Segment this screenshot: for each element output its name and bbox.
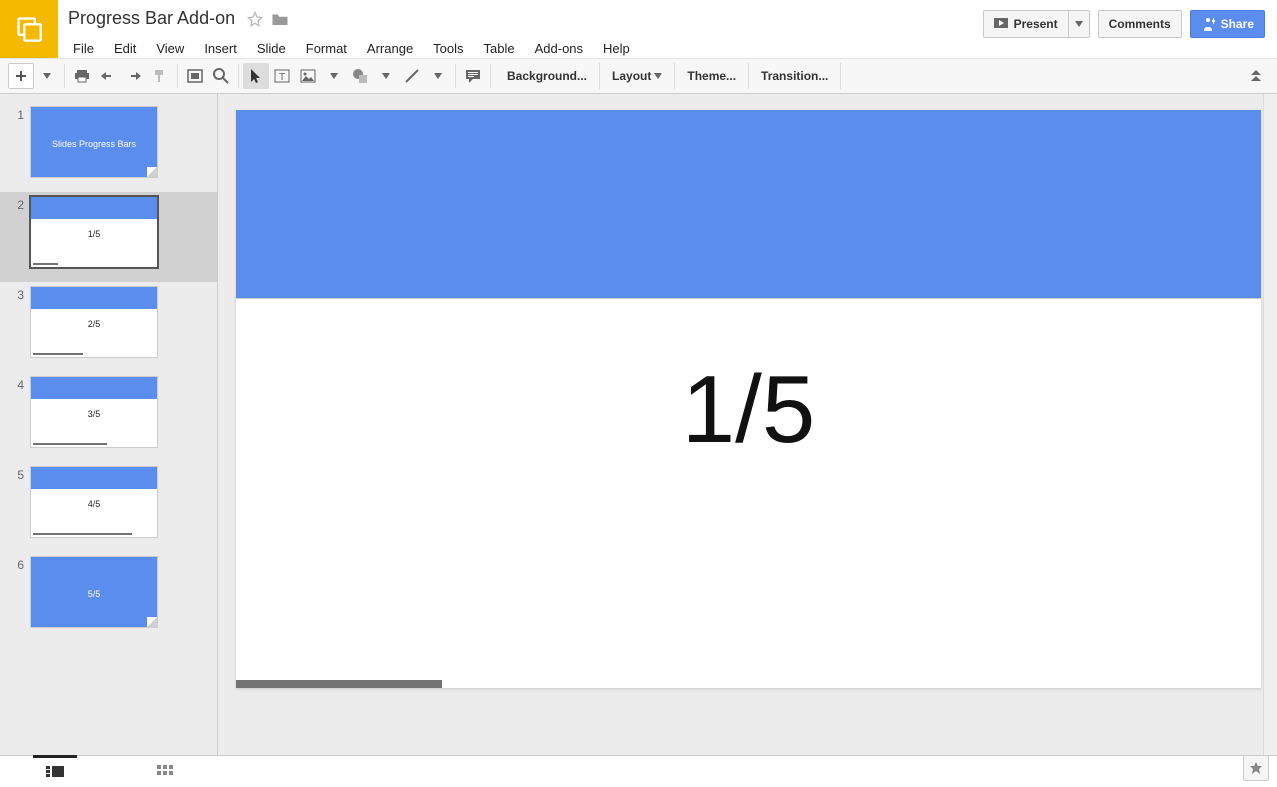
menu-edit[interactable]: Edit xyxy=(105,37,145,60)
title-area: Progress Bar Add-on File Edit View Inser… xyxy=(58,0,983,60)
redo-button[interactable] xyxy=(121,63,147,89)
document-title[interactable]: Progress Bar Add-on xyxy=(64,6,239,31)
page-fold-icon xyxy=(147,617,157,627)
page-fold-icon xyxy=(147,167,157,177)
slide-number: 1 xyxy=(8,106,30,122)
comments-label: Comments xyxy=(1109,17,1171,31)
paint-format-button[interactable] xyxy=(147,63,173,89)
svg-text:T: T xyxy=(279,72,285,83)
line-tool[interactable] xyxy=(399,63,425,89)
shape-dropdown[interactable] xyxy=(373,63,399,89)
slide-number: 5 xyxy=(8,466,30,482)
slide-number: 3 xyxy=(8,286,30,302)
workspace: 1 Slides Progress Bars 2 1/5 3 2/5 4 3/5 5 4/5 6 5/… xyxy=(0,94,1277,755)
vertical-scrollbar[interactable] xyxy=(1263,94,1277,755)
comments-button[interactable]: Comments xyxy=(1098,10,1182,38)
menu-tools[interactable]: Tools xyxy=(424,37,472,60)
slides-logo[interactable] xyxy=(0,0,58,58)
thumb-header-block xyxy=(31,197,157,219)
menu-format[interactable]: Format xyxy=(297,37,356,60)
collapse-toolbar-icon[interactable] xyxy=(1243,63,1269,89)
image-tool[interactable] xyxy=(295,63,321,89)
thumbnail-canvas[interactable]: 2/5 xyxy=(30,286,158,358)
filmstrip-view-button[interactable] xyxy=(0,756,110,787)
print-button[interactable] xyxy=(69,63,95,89)
menu-insert[interactable]: Insert xyxy=(195,37,246,60)
thumbnail-canvas[interactable]: 3/5 xyxy=(30,376,158,448)
slide-thumbnail[interactable]: 3 2/5 xyxy=(0,282,217,372)
share-button[interactable]: Share xyxy=(1190,10,1265,38)
slide-number: 2 xyxy=(8,196,30,212)
slide-number: 6 xyxy=(8,556,30,572)
thumb-progress-bar xyxy=(33,533,132,535)
slide-body-text[interactable]: 1/5 xyxy=(236,355,1261,465)
thumbnail-canvas[interactable]: 5/5 xyxy=(30,556,158,628)
line-dropdown[interactable] xyxy=(425,63,451,89)
slide-number: 4 xyxy=(8,376,30,392)
image-dropdown[interactable] xyxy=(321,63,347,89)
explore-button[interactable] xyxy=(1243,755,1269,781)
menu-slide[interactable]: Slide xyxy=(248,37,295,60)
slide-panel[interactable]: 1 Slides Progress Bars 2 1/5 3 2/5 4 3/5 5 4/5 6 5/… xyxy=(0,94,218,755)
thumb-progress-bar xyxy=(33,443,107,445)
thumbnail-canvas[interactable]: Slides Progress Bars xyxy=(30,106,158,178)
thumb-body-text: 1/5 xyxy=(31,229,157,239)
thumb-title-text: 5/5 xyxy=(31,589,157,599)
menubar: File Edit View Insert Slide Format Arran… xyxy=(64,31,977,60)
new-slide-dropdown[interactable] xyxy=(34,63,60,89)
theme-button[interactable]: Theme... xyxy=(675,63,749,89)
thumb-header-block xyxy=(31,467,157,489)
canvas-area[interactable]: 1/5 xyxy=(218,94,1277,755)
textbox-tool[interactable]: T xyxy=(269,63,295,89)
present-dropdown[interactable] xyxy=(1069,10,1090,38)
footer xyxy=(0,755,1277,787)
thumb-body-text: 4/5 xyxy=(31,499,157,509)
zoom-button[interactable] xyxy=(208,63,234,89)
thumb-progress-bar xyxy=(33,263,58,265)
layout-label: Layout xyxy=(612,69,651,83)
menu-help[interactable]: Help xyxy=(594,37,639,60)
slide-progress-bar[interactable] xyxy=(236,680,442,688)
toolbar: T Background... Layout Theme... Transiti… xyxy=(0,58,1277,94)
menu-table[interactable]: Table xyxy=(475,37,524,60)
slide-thumbnail[interactable]: 6 5/5 xyxy=(0,552,217,642)
thumbnail-canvas[interactable]: 1/5 xyxy=(30,196,158,268)
thumb-header-block xyxy=(31,377,157,399)
present-label: Present xyxy=(1014,17,1058,31)
app-header: Progress Bar Add-on File Edit View Inser… xyxy=(0,0,1277,58)
background-button[interactable]: Background... xyxy=(495,63,600,89)
new-slide-button[interactable] xyxy=(8,63,34,89)
header-actions: Present Comments Share xyxy=(983,0,1277,38)
comment-tool[interactable] xyxy=(460,63,486,89)
transition-button[interactable]: Transition... xyxy=(749,63,841,89)
thumb-title-text: Slides Progress Bars xyxy=(31,139,157,149)
slide-thumbnail[interactable]: 5 4/5 xyxy=(0,462,217,552)
layout-button[interactable]: Layout xyxy=(600,63,675,89)
thumb-body-text: 3/5 xyxy=(31,409,157,419)
zoom-fit-button[interactable] xyxy=(182,63,208,89)
slide-thumbnail[interactable]: 1 Slides Progress Bars xyxy=(0,102,217,192)
menu-arrange[interactable]: Arrange xyxy=(358,37,422,60)
menu-file[interactable]: File xyxy=(64,37,103,60)
thumb-progress-bar xyxy=(33,353,83,355)
menu-addons[interactable]: Add-ons xyxy=(526,37,592,60)
thumb-body-text: 2/5 xyxy=(31,319,157,329)
thumb-header-block xyxy=(31,287,157,309)
star-icon[interactable] xyxy=(247,11,263,27)
slide-canvas[interactable]: 1/5 xyxy=(236,110,1261,688)
present-button[interactable]: Present xyxy=(983,10,1069,38)
grid-view-button[interactable] xyxy=(110,756,220,787)
thumbnail-canvas[interactable]: 4/5 xyxy=(30,466,158,538)
share-label: Share xyxy=(1221,17,1254,31)
slide-thumbnail[interactable]: 4 3/5 xyxy=(0,372,217,462)
undo-button[interactable] xyxy=(95,63,121,89)
menu-view[interactable]: View xyxy=(147,37,193,60)
shape-tool[interactable] xyxy=(347,63,373,89)
slide-thumbnail[interactable]: 2 1/5 xyxy=(0,192,217,282)
folder-icon[interactable] xyxy=(271,11,289,27)
slide-title-block[interactable] xyxy=(236,110,1261,299)
select-tool[interactable] xyxy=(243,63,269,89)
